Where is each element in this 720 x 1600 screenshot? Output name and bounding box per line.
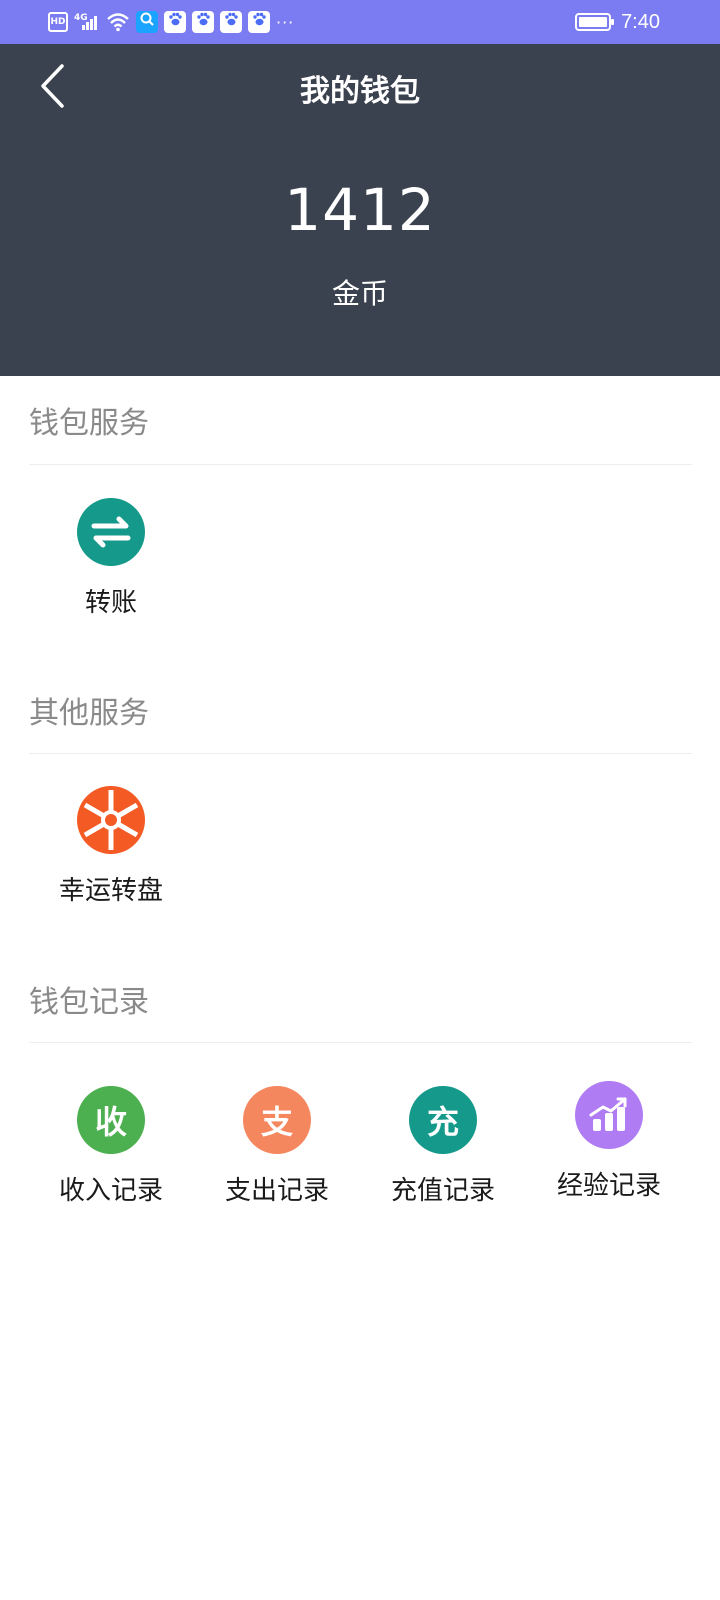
paw-app-icon: [192, 11, 214, 33]
expense-records-label: 支出记录: [224, 1176, 329, 1206]
divider: [29, 464, 692, 465]
lucky-wheel-button[interactable]: 幸运转盘: [31, 786, 191, 907]
experience-records-button[interactable]: 经验记录: [529, 1081, 689, 1202]
recharge-icon: 充: [409, 1086, 477, 1154]
income-records-label: 收入记录: [58, 1176, 163, 1206]
income-records-button[interactable]: 收 收入记录: [31, 1086, 191, 1207]
paw-app-icon: [164, 11, 186, 33]
battery-icon: [575, 13, 615, 31]
transfer-button[interactable]: 转账: [31, 498, 191, 619]
page-title: 我的钱包: [300, 74, 420, 109]
coin-balance: 1412: [284, 176, 436, 244]
recharge-records-label: 充值记录: [390, 1176, 495, 1206]
section-title-wallet-records: 钱包记录: [29, 985, 149, 1020]
wallet-header: 我的钱包 1412 金币: [0, 44, 720, 376]
divider: [29, 753, 692, 754]
status-time: 7:40: [621, 10, 660, 33]
lucky-wheel-icon: [77, 786, 145, 854]
divider: [29, 1042, 692, 1043]
paw-app-icon: [220, 11, 242, 33]
lucky-wheel-label: 幸运转盘: [58, 876, 163, 906]
expense-records-button[interactable]: 支 支出记录: [197, 1086, 357, 1207]
transfer-arrows-icon: [77, 498, 145, 566]
signal-icon: 4G: [74, 12, 100, 32]
bar-chart-icon: [575, 1081, 643, 1149]
transfer-label: 转账: [84, 588, 137, 618]
status-bar: HD 4G ··· 7:40: [0, 0, 720, 44]
more-notifications-icon: ···: [276, 12, 295, 32]
hd-icon: HD: [48, 12, 68, 32]
status-bar-left: HD 4G ···: [48, 10, 294, 34]
recharge-records-button[interactable]: 充 充值记录: [363, 1086, 523, 1207]
section-title-wallet-services: 钱包服务: [29, 406, 149, 441]
section-title-other-services: 其他服务: [29, 696, 149, 731]
status-bar-right: 7:40: [575, 10, 660, 34]
wifi-icon: [106, 12, 130, 32]
experience-records-label: 经验记录: [556, 1171, 661, 1201]
coin-unit-label: 金币: [331, 277, 388, 310]
search-app-icon: [136, 11, 158, 33]
expense-icon: 支: [243, 1086, 311, 1154]
income-icon: 收: [77, 1086, 145, 1154]
paw-app-icon: [248, 11, 270, 33]
